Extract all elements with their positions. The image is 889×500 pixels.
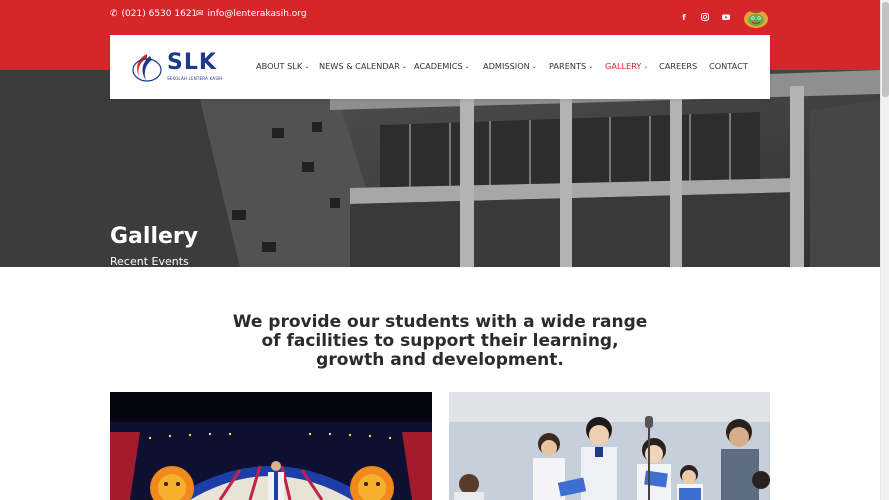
gallery-photo-stage[interactable] [110,392,432,500]
facebook-icon[interactable]: f [677,10,691,24]
nav-label: CAREERS [659,61,698,71]
nav-label: CONTACT [709,61,748,71]
youtube-icon[interactable] [719,10,733,24]
nav-item-parents[interactable]: PARENTS ⌄ [549,61,593,71]
gallery-photo-students[interactable] [449,392,770,500]
nav-item-careers[interactable]: CAREERS [659,61,697,71]
students-singing-photo [449,392,770,500]
email-address: info@lenterakasih.org [207,9,307,19]
nav-label: ACADEMICS [414,61,463,71]
email-contact[interactable]: ✉ info@lenterakasih.org [196,9,307,19]
hero-banner: Gallery Recent Events [0,70,880,267]
scrollbar-thumb[interactable] [882,2,889,97]
page-scrollbar[interactable] [880,0,889,500]
nav-label: PARENTS [549,61,587,71]
phone-contact[interactable]: ✆ (021) 6530 1621 [110,9,197,19]
nav-item-news-calendar[interactable]: NEWS & CALENDAR ⌄ [319,61,407,71]
nav-label: GALLERY [605,61,642,71]
instagram-icon[interactable] [698,10,712,24]
nav-item-contact[interactable]: CONTACT [709,61,748,71]
flame-emblem-icon [132,54,162,82]
nav-label: NEWS & CALENDAR [319,61,400,71]
mascot-logo[interactable] [742,8,770,30]
envelope-icon: ✉ [196,8,204,19]
main-navigation: SLK SEKOLAH LENTERA KASIH ABOUT SLK ⌄ NEW… [110,35,770,99]
nav-label: ADMISSION [483,61,530,71]
chevron-down-icon: ⌄ [464,62,470,70]
chevron-down-icon: ⌄ [304,62,310,70]
stage-performance-photo [110,392,432,500]
logo-subtitle: SEKOLAH LENTERA KASIH [167,76,223,81]
nav-item-academics[interactable]: ACADEMICS ⌄ [414,61,470,71]
chevron-down-icon: ⌄ [401,62,407,70]
page-title: Gallery [110,224,199,249]
nav-item-about[interactable]: ABOUT SLK ⌄ [256,61,309,71]
nav-item-gallery[interactable]: GALLERY ⌄ [605,61,648,71]
nav-item-admission[interactable]: ADMISSION ⌄ [483,61,537,71]
phone-icon: ✆ [110,8,118,19]
chevron-down-icon: ⌄ [643,62,649,70]
intro-heading: We provide our students with a wide rang… [232,312,648,370]
nav-label: ABOUT SLK [256,61,303,71]
chevron-down-icon: ⌄ [531,62,537,70]
phone-number: (021) 6530 1621 [121,9,198,19]
chevron-down-icon: ⌄ [588,62,594,70]
page-subtitle: Recent Events [110,255,189,267]
school-logo[interactable]: SLK SEKOLAH LENTERA KASIH [130,50,225,84]
logo-text: SLK [167,50,217,75]
